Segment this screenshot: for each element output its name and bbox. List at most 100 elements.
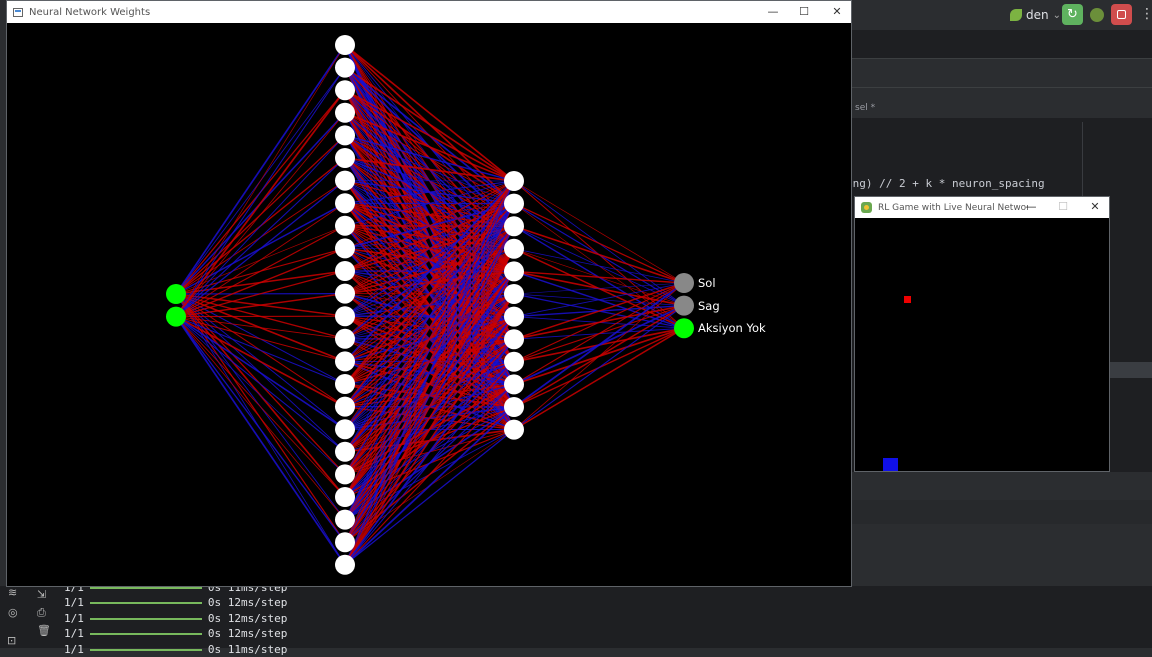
progress-bar [90, 602, 202, 604]
hidden-neuron [504, 194, 524, 214]
input-neuron [166, 307, 186, 327]
output-line: 1/10s 12ms/step [64, 595, 287, 610]
trash-icon[interactable]: 🗑 [37, 624, 51, 637]
hidden-neuron [335, 125, 355, 145]
ide-user-menu[interactable]: den ⌄ [1010, 6, 1061, 24]
output-step-time: 0s 12ms/step [208, 627, 287, 640]
game-titlebar[interactable]: RL Game with Live Neural Network... — ☐ … [855, 197, 1109, 218]
output-step-count: 1/1 [64, 627, 84, 640]
hidden-neuron [335, 329, 355, 349]
maximize-button[interactable]: ☐ [796, 4, 812, 20]
hidden-neuron [335, 35, 355, 55]
hidden-neuron [504, 397, 524, 417]
hidden-neuron [335, 555, 355, 575]
output-line: 1/1 0s 12ms/step [64, 626, 287, 641]
hidden-neuron [335, 306, 355, 326]
weight-connection [514, 226, 684, 283]
hidden-neuron [504, 329, 524, 349]
input-neuron [166, 284, 186, 304]
weight-connection [176, 317, 345, 407]
weight-connection [176, 68, 345, 317]
weight-connection [176, 317, 345, 475]
hidden-neuron [504, 171, 524, 191]
output-step-time: 0s 11ms/step [208, 643, 287, 656]
hidden-neuron [335, 510, 355, 530]
weight-connection [176, 317, 345, 430]
weight-connections [176, 45, 684, 565]
output-label-aksiyon-yok: Aksiyon Yok [698, 321, 766, 335]
progress-bar [90, 633, 202, 635]
weight-connection [514, 181, 684, 283]
hidden-neuron [504, 284, 524, 304]
player-block [883, 458, 898, 471]
print-icon[interactable]: ⎙ [37, 606, 46, 620]
weight-connection [176, 181, 345, 317]
hidden-neuron [504, 374, 524, 394]
hidden-neuron [335, 261, 355, 281]
code-line: ing) // 2 + k * neuron_spacing [846, 177, 1045, 190]
network-diagram [7, 23, 851, 586]
weight-connection [176, 317, 345, 452]
hidden-neuron [504, 216, 524, 236]
weight-connection [176, 226, 345, 317]
weight-connection [514, 283, 684, 362]
ide-user-name: den [1026, 8, 1049, 22]
output-label-sag: Sag [698, 299, 720, 313]
minimize-button[interactable]: — [1023, 199, 1039, 215]
hidden-neuron [335, 284, 355, 304]
hidden-neuron [335, 419, 355, 439]
chevron-down-icon: ⌄ [1053, 10, 1061, 21]
hidden-neuron [335, 374, 355, 394]
output-step-count: 1/1 [64, 643, 84, 656]
hidden-neuron [335, 464, 355, 484]
hidden-neuron [335, 532, 355, 552]
close-button[interactable]: ✕ [829, 4, 845, 20]
hidden-neuron [335, 487, 355, 507]
weight-connection [176, 317, 345, 565]
weight-connection [176, 317, 345, 497]
weight-connection [176, 158, 345, 317]
hidden-neuron [504, 261, 524, 281]
game-window-title: RL Game with Live Neural Network... [878, 203, 1028, 213]
falling-block [904, 296, 911, 303]
more-options-icon[interactable]: ⋮ [1140, 6, 1152, 22]
ide-tab-bar [852, 88, 1152, 118]
run-toolbar: ≋ ⇲ ◎ ⎙ 🗑 ⊡ [0, 586, 55, 648]
maximize-button[interactable]: ☐ [1055, 199, 1071, 215]
debug-icon[interactable] [1090, 8, 1104, 22]
stop-button[interactable] [1111, 4, 1132, 25]
hidden-neuron [335, 193, 355, 213]
output-neuron [674, 273, 694, 293]
weight-connection [514, 328, 684, 429]
user-avatar-icon [1010, 9, 1022, 21]
weight-connection [176, 45, 345, 317]
close-button[interactable]: ✕ [1087, 199, 1103, 215]
services-icon[interactable]: ◎ [8, 606, 18, 619]
layers-icon[interactable]: ≋ [8, 586, 17, 599]
output-step-count: 1/1 [64, 612, 84, 625]
terminal-icon[interactable]: ⊡ [7, 634, 16, 647]
editor-tab-label[interactable]: sel * [855, 103, 875, 113]
weight-connection [514, 306, 684, 430]
hidden-neuron [335, 397, 355, 417]
hidden-neuron [335, 103, 355, 123]
window-app-icon [13, 8, 23, 17]
hidden-neuron [335, 442, 355, 462]
hidden-neuron [504, 352, 524, 372]
weight-connection [176, 113, 345, 317]
weight-connection [514, 283, 684, 294]
weight-connection [176, 45, 345, 294]
output-neuron [674, 296, 694, 316]
hidden-neuron [335, 216, 355, 236]
weight-connection [514, 204, 684, 283]
ide-tool-tabs [852, 500, 1152, 524]
scroll-to-end-icon[interactable]: ⇲ [37, 588, 46, 601]
nn-titlebar[interactable]: Neural Network Weights — ☐ ✕ [7, 1, 851, 23]
game-window: RL Game with Live Neural Network... — ☐ … [854, 196, 1110, 472]
hidden-neuron [335, 58, 355, 78]
hidden-neuron [335, 238, 355, 258]
output-step-time: 0s 12ms/step [208, 612, 287, 625]
output-label-sol: Sol [698, 276, 716, 290]
rerun-button[interactable]: ↻ [1062, 4, 1083, 25]
minimize-button[interactable]: — [765, 4, 781, 20]
